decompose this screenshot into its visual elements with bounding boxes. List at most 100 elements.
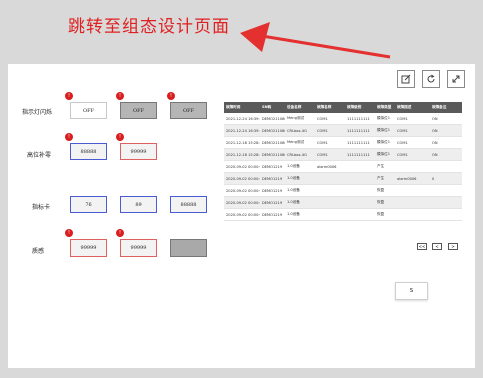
table-cell: 1111111111: [345, 136, 375, 149]
high-zero-box-1[interactable]: 88888: [70, 143, 107, 160]
table-cell: DEMO1219: [260, 172, 285, 185]
table-cell: 2021-12-18 15:28:54: [224, 136, 260, 149]
table-row[interactable]: 2021-12-24 16:39:55DEMO211086Meng测试COM11…: [224, 113, 462, 125]
indicator-card-box-3[interactable]: 88888: [170, 196, 207, 213]
table-cell: 2020-09-02 00:00:00: [224, 184, 260, 197]
indicator-box-3[interactable]: OFF: [170, 102, 207, 119]
table-header-cell[interactable]: 故障描述: [395, 102, 430, 113]
table-cell: 1.0设备: [285, 160, 315, 173]
table-cell: alarm0006: [395, 172, 430, 185]
table-cell: 2020-09-02 00:00:00: [224, 196, 260, 209]
table-row[interactable]: 2020-09-02 00:00:00DEMO12191.0设备 恢复: [224, 208, 462, 221]
table-cell: CRLbox-4G: [285, 148, 315, 161]
table-header-cell[interactable]: 故障级别: [345, 102, 375, 113]
table-cell: COM1: [315, 113, 345, 125]
table-header-cell[interactable]: 故障名称: [315, 102, 345, 113]
table-cell: [315, 196, 345, 209]
warning-badge-icon: !: [116, 229, 124, 237]
high-zero-box-2[interactable]: 99999: [120, 143, 157, 160]
table-row[interactable]: 2021-12-18 15:28:54DEMO211086Meng测试COM11…: [224, 136, 462, 149]
next-page-button[interactable]: >: [448, 243, 458, 250]
table-cell: DEMO1219: [260, 184, 285, 197]
table-cell: ON: [430, 113, 462, 125]
table-cell: 模拟位1: [375, 113, 395, 125]
table-cell: COM1: [395, 148, 430, 161]
table-cell: 1.0设备: [285, 184, 315, 197]
table-cell: 产生: [375, 160, 395, 173]
table-cell: COM1: [395, 136, 430, 149]
table-cell: [430, 160, 462, 173]
s-button[interactable]: S: [395, 282, 428, 300]
table-cell: [430, 196, 462, 209]
prev-page-button[interactable]: <: [432, 243, 442, 250]
table-row[interactable]: 2021-12-18 15:28:54DEMO211086CRLbox-4GCO…: [224, 148, 462, 161]
table-cell: ON: [430, 148, 462, 161]
table-header-cell[interactable]: SN码: [260, 102, 285, 113]
warning-badge-icon: !: [116, 133, 124, 141]
indicator-label: 指示灯闪烁: [22, 109, 53, 116]
table-cell: 模拟位1: [375, 148, 395, 161]
edit-button[interactable]: [397, 70, 415, 88]
table-cell: DEMO1219: [260, 160, 285, 173]
table-cell: 恢复: [375, 184, 395, 197]
table-cell: 1111111111: [345, 113, 375, 125]
table-cell: 2021-12-24 16:39:55: [224, 124, 260, 137]
table-cell: [430, 184, 462, 197]
table-cell: [430, 208, 462, 221]
table-cell: [315, 172, 345, 185]
table-cell: DEMO1219: [260, 208, 285, 221]
table-row[interactable]: 2021-12-24 16:39:55DEMO211086CRLbox-4GCO…: [224, 124, 462, 137]
table-cell: COM1: [315, 136, 345, 149]
table-cell: 1.0设备: [285, 172, 315, 185]
table-cell: [395, 196, 430, 209]
table-cell: ON: [430, 124, 462, 137]
table-cell: 2021-12-24 16:39:55: [224, 113, 260, 125]
table-cell: 2020-09-02 00:00:00: [224, 160, 260, 173]
table-header-cell[interactable]: 设备名称: [285, 102, 315, 113]
table-cell: COM1: [395, 124, 430, 137]
table-cell: COM1: [395, 113, 430, 125]
gradient-box-3[interactable]: [170, 239, 207, 257]
table-cell: 2020-09-02 00:00:00: [224, 172, 260, 185]
table-cell: DEMO211086: [260, 136, 285, 149]
gradient-box-2[interactable]: 99999: [120, 239, 157, 257]
table-cell: Meng测试: [285, 113, 315, 125]
table-header-cell[interactable]: 故障类型: [375, 102, 395, 113]
expand-button[interactable]: [447, 70, 465, 88]
indicator-card-box-1[interactable]: 76: [70, 196, 107, 213]
table-row[interactable]: 2020-09-02 00:00:00DEMO12191.0设备 恢复: [224, 184, 462, 197]
table-cell: [315, 208, 345, 221]
table-cell: 恢复: [375, 208, 395, 221]
table-cell: 0: [430, 172, 462, 185]
table-cell: [345, 160, 375, 173]
warning-badge-icon: !: [116, 92, 124, 100]
alarm-table: 故障时间 SN码 设备名称 故障名称 故障级别 故障类型 故障描述 故障备注 2…: [224, 102, 462, 221]
table-header-cell[interactable]: 故障备注: [430, 102, 462, 113]
table-cell: [315, 184, 345, 197]
table-cell: 模拟位1: [375, 136, 395, 149]
table-cell: [345, 172, 375, 185]
table-cell: [345, 196, 375, 209]
table-cell: CRLbox-4G: [285, 124, 315, 137]
indicator-card-box-2[interactable]: 89: [120, 196, 157, 213]
gradient-label: 质感: [32, 248, 45, 255]
table-header-row: 故障时间 SN码 设备名称 故障名称 故障级别 故障类型 故障描述 故障备注: [224, 102, 462, 113]
table-row[interactable]: 2020-09-02 00:00:00DEMO12191.0设备 产生alarm0…: [224, 172, 462, 185]
first-page-button[interactable]: <<: [417, 243, 427, 250]
table-header-cell[interactable]: 故障时间: [224, 102, 260, 113]
table-cell: [345, 208, 375, 221]
refresh-button[interactable]: [422, 70, 440, 88]
table-cell: 1111111111: [345, 124, 375, 137]
table-row[interactable]: 2020-09-02 00:00:00DEMO12191.0设备 恢复: [224, 196, 462, 209]
gradient-box-1[interactable]: 99999: [70, 239, 107, 257]
table-cell: alarm0006: [315, 160, 345, 173]
indicator-box-1[interactable]: OFF: [70, 102, 107, 119]
table-cell: DEMO1219: [260, 196, 285, 209]
indicator-box-2[interactable]: OFF: [120, 102, 157, 119]
table-cell: 1111111111: [345, 148, 375, 161]
table-cell: DEMO211086: [260, 148, 285, 161]
table-cell: 恢复: [375, 196, 395, 209]
edit-icon: [401, 74, 411, 84]
table-cell: Meng测试: [285, 136, 315, 149]
table-row[interactable]: 2020-09-02 00:00:00DEMO12191.0设备alarm000…: [224, 160, 462, 173]
